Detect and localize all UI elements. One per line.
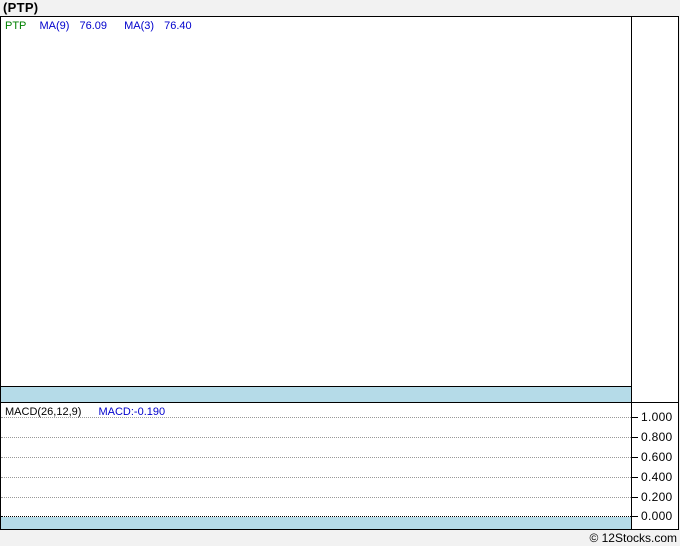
- copyright-text: © 12Stocks.com: [589, 531, 677, 545]
- ma9-value: 76.09: [79, 20, 108, 32]
- bottom-band: [1, 517, 632, 529]
- macd-gridline: [1, 477, 631, 478]
- macd-gridline: [1, 497, 631, 498]
- macd-axis-tick: [631, 417, 638, 418]
- page-title: (PTP): [3, 0, 39, 15]
- macd-legend: MACD(26,12,9) MACD:-0.190: [5, 406, 165, 418]
- macd-gridline: [1, 457, 631, 458]
- macd-gridline: [1, 437, 631, 438]
- macd-axis-tick: [631, 477, 638, 478]
- ma3-label: MA(3): [124, 20, 155, 32]
- macd-value: MACD:-0.190: [98, 406, 166, 418]
- macd-axis-tick: [631, 457, 638, 458]
- macd-axis-tick-label: 0.800: [641, 430, 673, 444]
- macd-axis-tick: [631, 497, 638, 498]
- macd-axis-tick-label: 0.200: [641, 490, 673, 504]
- price-legend: PTP MA(9) 76.09 MA(3) 76.40: [5, 20, 206, 32]
- macd-axis-tick-label: 0.600: [641, 450, 673, 464]
- macd-axis-tick-label: 0.000: [641, 509, 673, 523]
- macd-panel: MACD(26,12,9) MACD:-0.190: [1, 403, 632, 517]
- macd-axis-tick: [631, 437, 638, 438]
- panel-separator-band: [1, 387, 632, 403]
- ma9-label: MA(9): [39, 20, 70, 32]
- symbol-label: PTP: [5, 20, 27, 32]
- macd-axis-top-border: [631, 402, 678, 403]
- macd-label: MACD(26,12,9): [5, 406, 82, 418]
- chart-container: PTP MA(9) 76.09 MA(3) 76.40 MACD(26,12,9…: [0, 16, 679, 530]
- footer: © 12Stocks.com: [0, 530, 680, 546]
- macd-axis-tick-label: 0.400: [641, 470, 673, 484]
- price-panel: PTP MA(9) 76.09 MA(3) 76.40: [1, 17, 632, 387]
- ma3-value: 76.40: [164, 20, 192, 32]
- macd-axis-tick: [631, 516, 638, 517]
- macd-axis-tick-label: 1.000: [641, 410, 673, 424]
